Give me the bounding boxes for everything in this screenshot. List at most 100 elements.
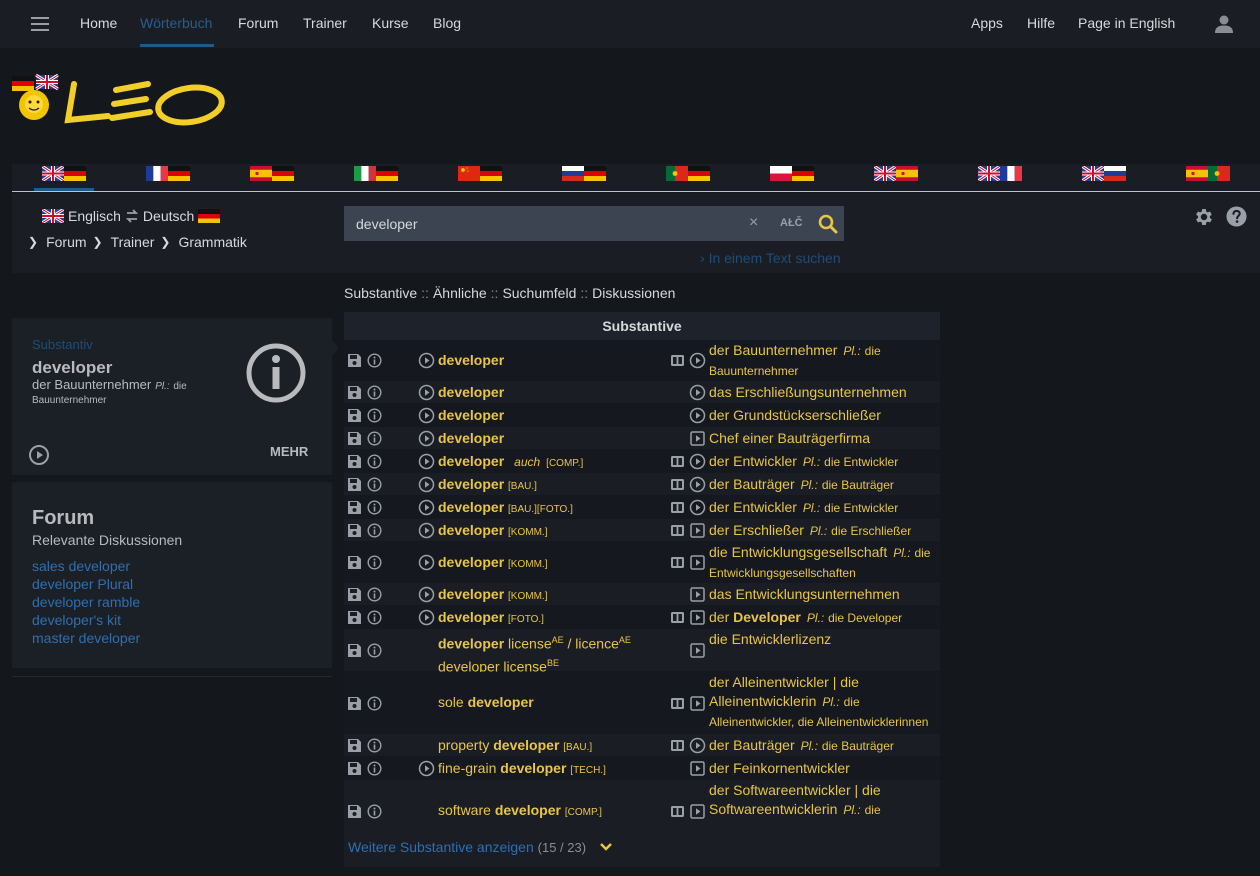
entry-info-icon[interactable] — [367, 761, 382, 776]
german-term[interactable]: der Softwareentwickler | die Softwareent… — [709, 781, 939, 820]
entry-info-icon[interactable] — [367, 738, 382, 753]
section-link-aehnliche[interactable]: Ähnliche — [433, 285, 487, 301]
play-english-audio-icon[interactable] — [418, 352, 435, 369]
text-search-link[interactable]: › In einem Text suchen — [700, 250, 841, 266]
english-term[interactable]: fine-grain developer [TECH.] — [438, 759, 606, 780]
play-english-audio-icon[interactable] — [418, 609, 435, 626]
entry-info-icon[interactable] — [367, 408, 382, 423]
play-english-audio-icon[interactable] — [418, 760, 435, 777]
english-term[interactable]: developer — [438, 429, 504, 448]
entry-info-icon[interactable] — [367, 477, 382, 492]
play-german-audio-icon[interactable] — [689, 407, 706, 424]
entry-info-icon[interactable] — [367, 431, 382, 446]
english-term[interactable]: developer [KOMM.] — [438, 521, 547, 542]
nav-blog[interactable]: Blog — [433, 15, 461, 31]
play-english-audio-icon[interactable] — [418, 554, 435, 571]
inflection-table-icon[interactable] — [670, 523, 685, 538]
save-entry-icon[interactable] — [347, 408, 362, 423]
clear-search-button[interactable]: × — [749, 214, 758, 232]
lang-right[interactable]: Deutsch — [143, 208, 194, 224]
help-icon[interactable] — [1226, 206, 1247, 227]
crumb-grammatik[interactable]: Grammatik — [178, 234, 246, 250]
entry-info-icon[interactable] — [367, 353, 382, 368]
language-pair-it-de[interactable] — [354, 166, 398, 181]
inflection-table-icon[interactable] — [670, 500, 685, 515]
nav-page-in-english[interactable]: Page in English — [1078, 15, 1175, 31]
english-term[interactable]: property developer [BAU.] — [438, 736, 592, 757]
english-term[interactable]: developer — [438, 383, 504, 402]
inflection-table-icon[interactable] — [670, 477, 685, 492]
section-link-suchumfeld[interactable]: Suchumfeld — [502, 285, 576, 301]
inflection-table-icon[interactable] — [670, 696, 685, 711]
play-english-audio-icon[interactable] — [418, 430, 435, 447]
play-english-audio-icon[interactable] — [418, 453, 435, 470]
german-term[interactable]: der Erschließer Pl.: die Erschließer — [709, 521, 939, 541]
play-english-audio-icon[interactable] — [418, 522, 435, 539]
entry-info-icon[interactable] — [367, 804, 382, 819]
forum-link[interactable]: developer's kit — [32, 611, 140, 629]
settings-gear-icon[interactable] — [1193, 206, 1215, 228]
chevron-down-icon[interactable] — [599, 842, 613, 852]
section-link-diskussionen[interactable]: Diskussionen — [592, 285, 675, 301]
play-german-audio-icon[interactable] — [689, 695, 706, 712]
german-term[interactable]: der Entwickler Pl.: die Entwickler — [709, 452, 939, 472]
english-term[interactable]: sole developer — [438, 693, 534, 712]
german-term[interactable]: der Entwickler Pl.: die Entwickler — [709, 498, 939, 518]
entry-info-icon[interactable] — [367, 385, 382, 400]
entry-info-icon[interactable] — [367, 555, 382, 570]
play-german-audio-icon[interactable] — [689, 499, 706, 516]
save-entry-icon[interactable] — [347, 643, 362, 658]
forum-link[interactable]: developer Plural — [32, 575, 140, 593]
english-term[interactable]: developer [BAU.][FOTO.] — [438, 498, 573, 519]
save-entry-icon[interactable] — [347, 431, 362, 446]
english-term[interactable]: developer [KOMM.] — [438, 585, 547, 606]
inflection-table-icon[interactable] — [670, 610, 685, 625]
play-german-audio-icon[interactable] — [689, 554, 706, 571]
entry-info-icon[interactable] — [367, 610, 382, 625]
save-entry-icon[interactable] — [347, 477, 362, 492]
english-term[interactable]: developer licenseAE / licenceAE developer… — [438, 631, 631, 676]
german-term[interactable]: der Bauunternehmer Pl.: die Bauunternehme… — [709, 341, 939, 381]
save-entry-icon[interactable] — [347, 610, 362, 625]
entry-info-icon[interactable] — [367, 643, 382, 658]
german-term[interactable]: das Entwicklungsunternehmen — [709, 585, 939, 604]
play-german-audio-icon[interactable] — [689, 522, 706, 539]
crumb-trainer[interactable]: Trainer — [111, 234, 155, 250]
play-german-audio-icon[interactable] — [689, 586, 706, 603]
entry-info-icon[interactable] — [367, 523, 382, 538]
german-term[interactable]: Chef einer Bauträgerfirma — [709, 429, 939, 448]
language-pair-es-de[interactable] — [250, 166, 294, 181]
lang-left[interactable]: Englisch — [68, 208, 121, 224]
play-german-audio-icon[interactable] — [689, 453, 706, 470]
inflection-table-icon[interactable] — [670, 353, 685, 368]
play-english-audio-icon[interactable] — [418, 499, 435, 516]
save-entry-icon[interactable] — [347, 454, 362, 469]
more-button[interactable]: MEHR — [270, 444, 308, 459]
special-characters-button[interactable]: AŁČ — [780, 217, 803, 229]
forum-link[interactable]: master developer — [32, 629, 140, 647]
german-term[interactable]: der Developer Pl.: die Developer — [709, 608, 939, 628]
language-selector[interactable]: Englisch Deutsch — [42, 208, 221, 224]
save-entry-icon[interactable] — [347, 696, 362, 711]
english-term[interactable]: developer [BAU.] — [438, 475, 537, 496]
nav-trainer[interactable]: Trainer — [303, 15, 347, 31]
play-audio-icon[interactable] — [28, 444, 50, 466]
play-german-audio-icon[interactable] — [689, 760, 706, 777]
language-pair-fr-de[interactable] — [146, 166, 190, 181]
user-icon[interactable] — [1214, 14, 1234, 34]
crumb-forum[interactable]: Forum — [46, 234, 86, 250]
language-pair-pl-de[interactable] — [770, 166, 814, 181]
play-german-audio-icon[interactable] — [689, 609, 706, 626]
swap-arrows-icon[interactable] — [125, 209, 139, 223]
german-term[interactable]: der Bauträger Pl.: die Bauträger — [709, 475, 939, 495]
play-german-audio-icon[interactable] — [689, 476, 706, 493]
inflection-table-icon[interactable] — [670, 454, 685, 469]
save-entry-icon[interactable] — [347, 555, 362, 570]
play-english-audio-icon[interactable] — [418, 586, 435, 603]
german-term[interactable]: die Entwicklerlizenz — [709, 630, 939, 649]
play-english-audio-icon[interactable] — [418, 384, 435, 401]
english-term[interactable]: software developer [COMP.] — [438, 801, 602, 822]
german-term[interactable]: der Alleinentwickler | die Alleinentwick… — [709, 673, 939, 732]
entry-info-icon[interactable] — [367, 587, 382, 602]
language-pair-es-pt[interactable] — [1186, 166, 1230, 181]
